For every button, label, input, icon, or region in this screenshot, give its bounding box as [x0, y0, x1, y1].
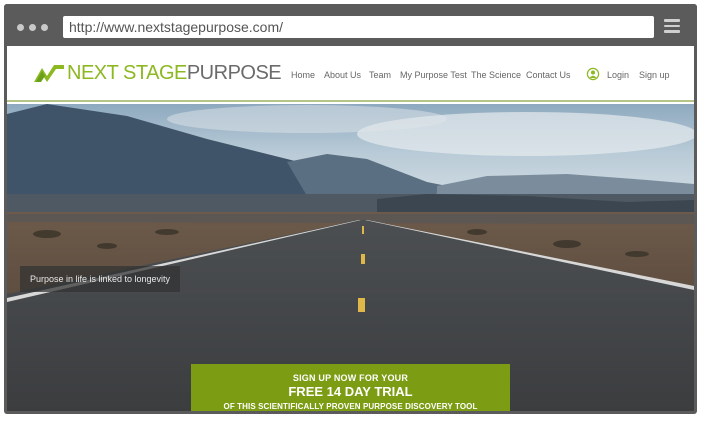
web-page: NEXT STAGEPURPOSE Home About Us Team My … — [7, 46, 694, 411]
user-circle-icon[interactable] — [586, 67, 600, 81]
window-dot-close[interactable] — [17, 24, 24, 31]
address-bar[interactable]: http://www.nextstagepurpose.com/ — [63, 16, 654, 38]
nav-about-us[interactable]: About Us — [324, 70, 361, 80]
nav-my-purpose-test[interactable]: My Purpose Test — [400, 70, 467, 80]
cta-line-2: FREE 14 DAY TRIAL — [288, 384, 413, 399]
window-dot-minimize[interactable] — [29, 24, 36, 31]
logo-text-next-stage: NEXT STAGE — [67, 61, 187, 84]
nav-sign-up[interactable]: Sign up — [639, 70, 670, 80]
hero-caption: Purpose in life is linked to longevity — [20, 266, 180, 292]
browser-window: http://www.nextstagepurpose.com/ NEXT ST… — [4, 4, 697, 414]
site-logo[interactable]: NEXT STAGEPURPOSE — [34, 58, 282, 88]
nav-home[interactable]: Home — [291, 70, 315, 80]
hamburger-icon[interactable] — [664, 19, 680, 33]
hero-banner: Purpose in life is linked to longevity S… — [7, 104, 694, 411]
free-trial-signup-button[interactable]: SIGN UP NOW FOR YOUR FREE 14 DAY TRIAL O… — [191, 364, 510, 411]
site-header: NEXT STAGEPURPOSE Home About Us Team My … — [7, 46, 694, 102]
nav-team[interactable]: Team — [369, 70, 391, 80]
logo-chevron-icon — [34, 65, 64, 82]
browser-chrome: http://www.nextstagepurpose.com/ — [4, 4, 697, 46]
nav-login[interactable]: Login — [607, 70, 629, 80]
nav-the-science[interactable]: The Science — [471, 70, 521, 80]
nav-contact-us[interactable]: Contact Us — [526, 70, 571, 80]
cta-line-1: SIGN UP NOW FOR YOUR — [292, 373, 409, 383]
cta-line-3: OF THIS SCIENTIFICALLY PROVEN PURPOSE DI… — [223, 402, 478, 411]
window-dot-maximize[interactable] — [41, 24, 48, 31]
logo-text-purpose: PURPOSE — [186, 61, 282, 84]
